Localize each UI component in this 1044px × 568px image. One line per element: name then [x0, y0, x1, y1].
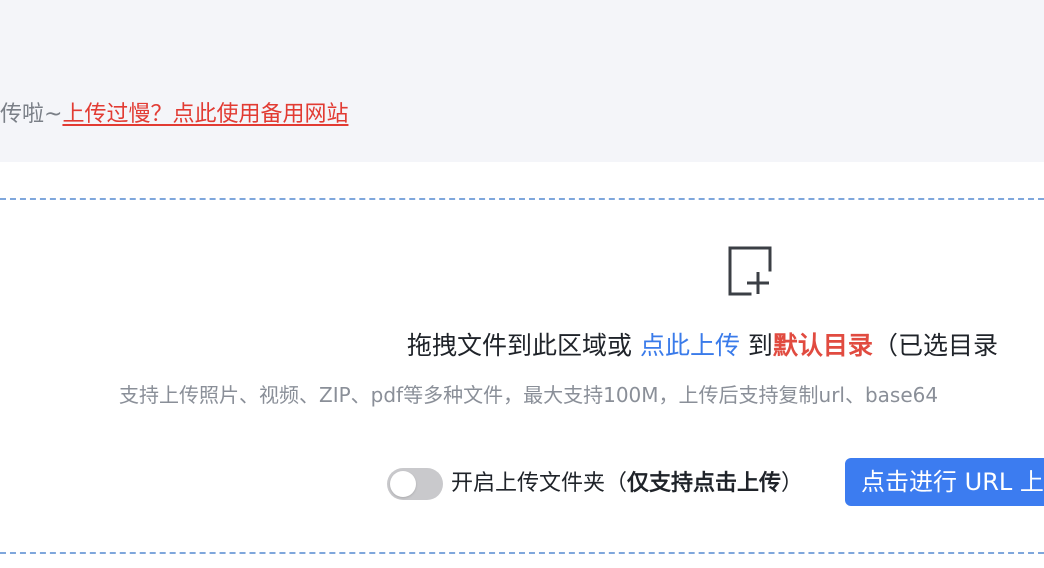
selected-directory-text: （已选目录	[872, 331, 998, 360]
toggle-label-suffix: ）	[781, 471, 804, 496]
upload-page: 传啦~上传过慢？点此使用备用网站 拖拽文件到此区域或 点此上传 到默认目录（已选…	[0, 0, 1044, 568]
upload-folder-label: 开启上传文件夹（仅支持点击上传）	[451, 468, 803, 500]
toggle-label-bold: 仅支持点击上传	[627, 471, 782, 496]
url-upload-button[interactable]: 点击进行 URL 上传	[845, 458, 1044, 506]
support-description: 支持上传照片、视频、ZIP、pdf等多种文件，最大支持100M，上传后支持复制u…	[119, 383, 939, 407]
notice-banner: 传啦~上传过慢？点此使用备用网站	[0, 0, 1044, 162]
toggle-knob	[390, 471, 416, 497]
add-file-icon[interactable]	[728, 246, 772, 296]
notice-line: 传啦~上传过慢？点此使用备用网站	[0, 100, 348, 130]
default-directory-link[interactable]: 默认目录	[773, 331, 873, 360]
click-upload-link[interactable]: 点此上传	[640, 331, 740, 360]
upload-folder-toggle[interactable]	[387, 468, 443, 500]
backup-site-link[interactable]: 上传过慢？点此使用备用网站	[62, 102, 348, 127]
drop-instructions: 拖拽文件到此区域或 点此上传 到默认目录（已选目录	[407, 329, 998, 363]
to-text: 到	[739, 331, 773, 360]
drag-text: 拖拽文件到此区域或	[407, 331, 640, 360]
notice-prefix: 传啦~	[0, 102, 63, 127]
toggle-label-prefix: 开启上传文件夹（	[451, 471, 628, 496]
